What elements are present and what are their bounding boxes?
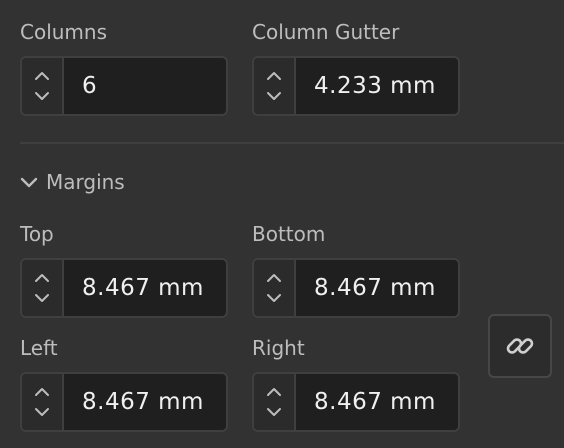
margin-left-label: Left	[20, 336, 58, 360]
margin-top-stepper[interactable]	[22, 260, 64, 316]
chevron-up-icon[interactable]	[34, 71, 50, 81]
column-gutter-stepper[interactable]	[254, 58, 296, 114]
link-margins-button[interactable]	[488, 314, 552, 378]
margin-left-field[interactable]: 8.467 mm	[20, 372, 228, 432]
chevron-up-icon[interactable]	[266, 71, 282, 81]
margin-bottom-input[interactable]: 8.467 mm	[296, 260, 458, 316]
column-gutter-field[interactable]: 4.233 mm	[252, 56, 460, 116]
margin-top-label: Top	[20, 222, 54, 246]
chevron-down-icon[interactable]	[266, 91, 282, 101]
margins-title: Margins	[46, 170, 125, 194]
chevron-up-icon[interactable]	[266, 387, 282, 397]
grid-settings-panel: Columns 6 Column Gutter 4.233 mm Margins…	[0, 0, 564, 448]
chevron-up-icon[interactable]	[266, 273, 282, 283]
section-divider	[20, 142, 564, 144]
margin-top-input[interactable]: 8.467 mm	[64, 260, 226, 316]
margin-left-stepper[interactable]	[22, 374, 64, 430]
column-gutter-label: Column Gutter	[252, 20, 400, 44]
margins-section-toggle[interactable]: Margins	[20, 168, 125, 196]
link-icon	[506, 338, 534, 354]
chevron-down-icon[interactable]	[266, 293, 282, 303]
margin-right-input[interactable]: 8.467 mm	[296, 374, 458, 430]
chevron-up-icon[interactable]	[34, 273, 50, 283]
chevron-down-icon[interactable]	[34, 293, 50, 303]
chevron-up-icon[interactable]	[34, 387, 50, 397]
chevron-down-icon[interactable]	[34, 407, 50, 417]
columns-stepper[interactable]	[22, 58, 64, 114]
columns-label: Columns	[20, 20, 108, 44]
margin-bottom-stepper[interactable]	[254, 260, 296, 316]
margin-bottom-field[interactable]: 8.467 mm	[252, 258, 460, 318]
columns-field[interactable]: 6	[20, 56, 228, 116]
column-gutter-input[interactable]: 4.233 mm	[296, 58, 458, 114]
chevron-down-icon[interactable]	[266, 407, 282, 417]
chevron-down-icon	[20, 177, 38, 188]
margin-left-input[interactable]: 8.467 mm	[64, 374, 226, 430]
margin-right-label: Right	[252, 336, 305, 360]
margin-right-field[interactable]: 8.467 mm	[252, 372, 460, 432]
margin-right-stepper[interactable]	[254, 374, 296, 430]
chevron-down-icon[interactable]	[34, 91, 50, 101]
margin-top-field[interactable]: 8.467 mm	[20, 258, 228, 318]
margin-bottom-label: Bottom	[252, 222, 326, 246]
columns-input[interactable]: 6	[64, 58, 226, 114]
